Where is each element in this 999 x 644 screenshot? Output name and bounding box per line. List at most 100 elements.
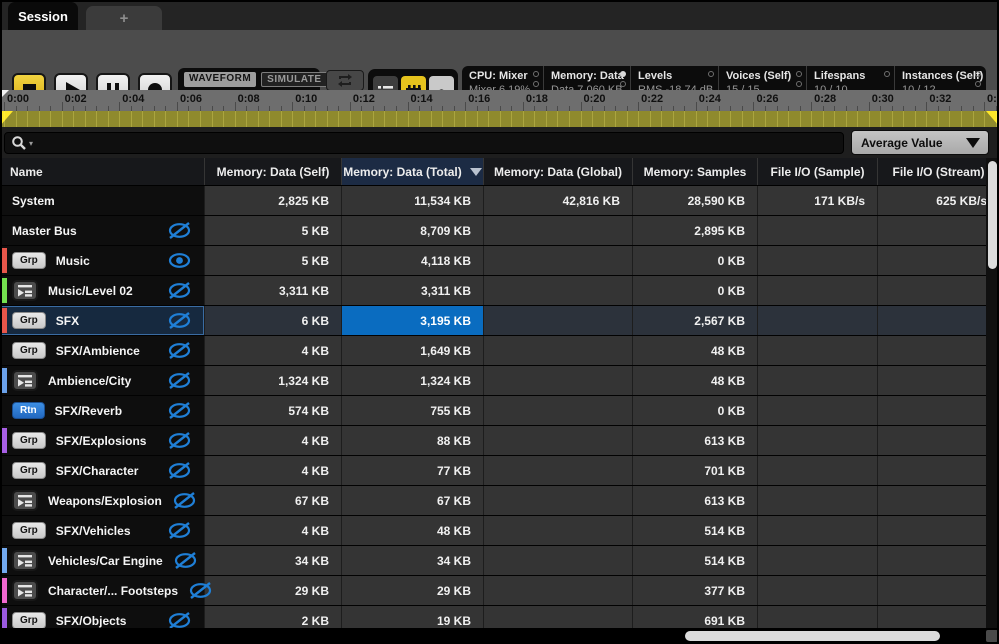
value-cell[interactable] [757, 336, 877, 365]
horizontal-scrollbar-thumb[interactable] [685, 631, 940, 641]
row-name-cell[interactable]: Character/... Footsteps [0, 576, 204, 605]
value-cell[interactable] [877, 426, 999, 455]
meter-indicator-icon[interactable] [533, 81, 539, 87]
value-cell[interactable] [757, 426, 877, 455]
row-name-cell[interactable]: GrpSFX/Objects [0, 606, 204, 628]
column-header-memory-data-global-[interactable]: Memory: Data (Global) [483, 158, 632, 185]
table-row[interactable]: Character/... Footsteps 29 KB29 KB 377 KB [0, 576, 999, 606]
meter-indicator-icon[interactable] [533, 71, 539, 77]
value-cell[interactable] [877, 336, 999, 365]
visibility-toggle[interactable] [167, 311, 192, 330]
visibility-toggle[interactable] [167, 281, 192, 300]
aggregate-dropdown[interactable]: Average Value [851, 130, 989, 155]
column-header-name[interactable]: Name [0, 158, 204, 185]
value-cell[interactable]: 3,311 KB [204, 276, 341, 305]
table-row[interactable]: GrpSFX/Vehicles 4 KB48 KB514 KB [0, 516, 999, 546]
value-cell[interactable] [877, 276, 999, 305]
timeline-ruler[interactable]: 0:000:020:040:060:080:100:120:140:160:18… [0, 90, 999, 111]
value-cell[interactable]: 0 KB [632, 276, 757, 305]
horizontal-scrollbar[interactable] [0, 628, 999, 644]
visibility-toggle[interactable] [172, 491, 197, 510]
visibility-toggle[interactable] [167, 341, 192, 360]
row-name-cell[interactable]: GrpSFX/Explosions [0, 426, 204, 455]
value-cell[interactable] [757, 546, 877, 575]
value-cell[interactable]: 2 KB [204, 606, 341, 628]
loop-button[interactable] [326, 70, 364, 91]
row-name-cell[interactable]: RtnSFX/Reverb [0, 396, 204, 425]
value-cell[interactable]: 8,709 KB [341, 216, 483, 245]
value-cell[interactable] [483, 516, 632, 545]
value-cell[interactable]: 3,311 KB [341, 276, 483, 305]
search-options-caret-icon[interactable]: ▾ [29, 139, 33, 148]
row-name-cell[interactable]: GrpMusic [0, 246, 204, 275]
value-cell[interactable] [483, 606, 632, 628]
value-cell[interactable]: 29 KB [204, 576, 341, 605]
row-name-cell[interactable]: Ambience/City [0, 366, 204, 395]
value-cell[interactable]: 29 KB [341, 576, 483, 605]
column-header-file-i-o-sample-[interactable]: File I/O (Sample) [757, 158, 877, 185]
row-name-cell[interactable]: Vehicles/Car Engine [0, 546, 204, 575]
value-cell[interactable] [877, 396, 999, 425]
value-cell[interactable]: 19 KB [341, 606, 483, 628]
value-cell[interactable]: 48 KB [632, 336, 757, 365]
visibility-toggle[interactable] [167, 401, 192, 420]
value-cell[interactable] [877, 456, 999, 485]
value-cell[interactable] [483, 336, 632, 365]
value-cell[interactable] [877, 216, 999, 245]
visibility-toggle[interactable] [167, 611, 192, 628]
column-header-memory-data-self-[interactable]: Memory: Data (Self) [204, 158, 341, 185]
value-cell[interactable]: 691 KB [632, 606, 757, 628]
value-cell[interactable] [877, 516, 999, 545]
value-cell[interactable] [483, 306, 632, 335]
table-row[interactable]: RtnSFX/Reverb 574 KB755 KB0 KB [0, 396, 999, 426]
value-cell[interactable] [483, 576, 632, 605]
table-row[interactable]: GrpSFX/Ambience 4 KB1,649 KB48 KB [0, 336, 999, 366]
value-cell[interactable]: 2,895 KB [632, 216, 757, 245]
waveform-toggle[interactable]: WAVEFORM [184, 72, 256, 87]
column-header-file-i-o-stream-[interactable]: File I/O (Stream) [877, 158, 999, 185]
value-cell[interactable] [757, 576, 877, 605]
value-cell[interactable]: 171 KB/s [757, 186, 877, 215]
visibility-toggle[interactable] [167, 521, 192, 540]
column-header-memory-data-total-[interactable]: Memory: Data (Total) [341, 158, 483, 185]
value-cell[interactable]: 5 KB [204, 216, 341, 245]
value-cell[interactable]: 34 KB [341, 546, 483, 575]
value-cell[interactable]: 0 KB [632, 246, 757, 275]
value-cell[interactable]: 1,324 KB [204, 366, 341, 395]
table-row[interactable]: GrpSFX/Explosions 4 KB88 KB 613 KB [0, 426, 999, 456]
meter-indicator-icon[interactable] [975, 71, 981, 77]
row-name-cell[interactable]: Music/Level 02 [0, 276, 204, 305]
meter-indicator-icon[interactable] [620, 71, 626, 77]
value-cell[interactable]: 613 KB [632, 426, 757, 455]
value-cell[interactable]: 377 KB [632, 576, 757, 605]
value-cell[interactable] [757, 306, 877, 335]
value-cell[interactable]: 2,825 KB [204, 186, 341, 215]
meter-indicator-icon[interactable] [620, 81, 626, 87]
value-cell[interactable]: 1,324 KB [341, 366, 483, 395]
row-name-cell[interactable]: GrpSFX/Character [0, 456, 204, 485]
simulate-toggle[interactable]: SIMULATE [261, 72, 327, 87]
table-row[interactable]: GrpSFX/Objects 2 KB19 KB 691 KB [0, 606, 999, 628]
value-cell[interactable]: 88 KB [341, 426, 483, 455]
value-cell[interactable] [877, 246, 999, 275]
visibility-toggle[interactable] [173, 551, 198, 570]
row-name-cell[interactable]: Weapons/Explosion [0, 486, 204, 515]
visibility-toggle[interactable] [167, 371, 192, 390]
value-cell[interactable] [483, 456, 632, 485]
value-cell[interactable]: 4 KB [204, 426, 341, 455]
value-cell[interactable]: 48 KB [341, 516, 483, 545]
value-cell[interactable] [757, 516, 877, 545]
value-cell[interactable]: 11,534 KB [341, 186, 483, 215]
visibility-toggle[interactable] [167, 431, 192, 450]
value-cell[interactable]: 701 KB [632, 456, 757, 485]
value-cell[interactable] [877, 576, 999, 605]
value-cell[interactable]: 613 KB [632, 486, 757, 515]
value-cell[interactable]: 67 KB [204, 486, 341, 515]
table-row[interactable]: Ambience/City 1,324 KB1,324 KB48 KB [0, 366, 999, 396]
vertical-scrollbar-thumb[interactable] [988, 161, 997, 269]
value-cell[interactable] [483, 276, 632, 305]
row-name-cell[interactable]: GrpSFX/Ambience [0, 336, 204, 365]
visibility-toggle[interactable] [167, 251, 192, 270]
value-cell[interactable]: 77 KB [341, 456, 483, 485]
value-cell[interactable] [757, 396, 877, 425]
